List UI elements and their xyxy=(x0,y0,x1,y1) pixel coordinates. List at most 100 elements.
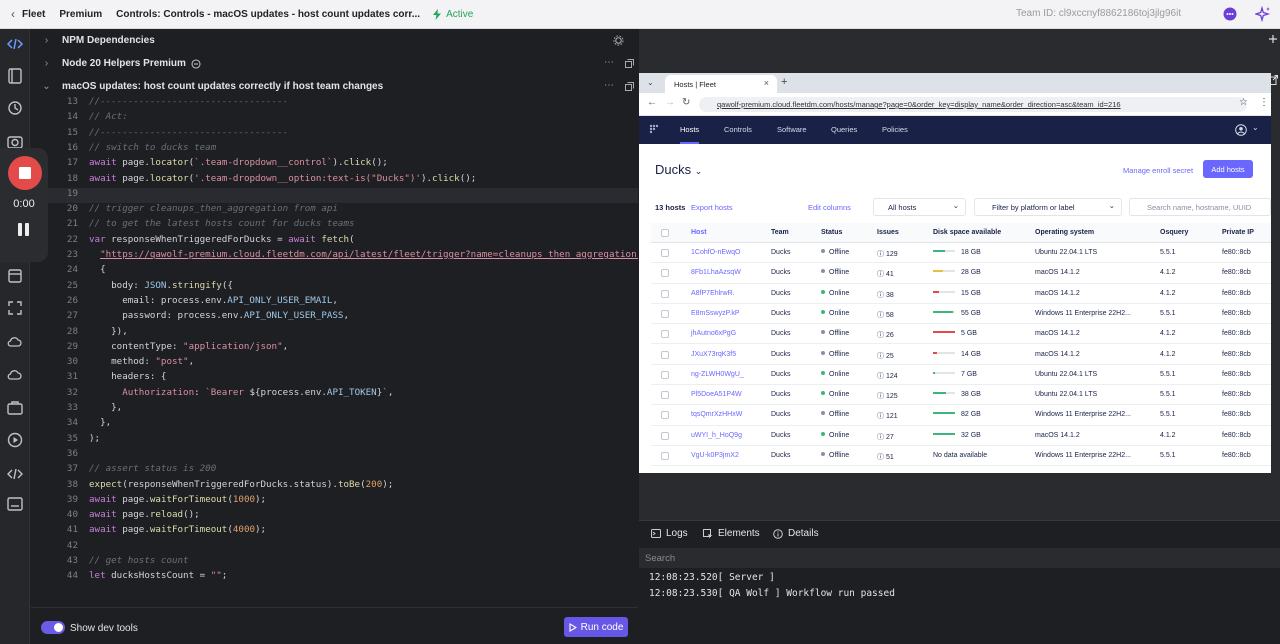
back-chevron-icon[interactable]: ‹ xyxy=(4,7,22,21)
user-menu-chevron-icon[interactable]: ⌄ xyxy=(1252,123,1259,132)
code-line[interactable]: 22 var responseWhenTriggeredForDucks = aw… xyxy=(31,234,638,249)
back-arrow-icon[interactable]: ← xyxy=(647,97,657,108)
table-row[interactable]: Pl5DoeA51P4W Ducks Online ⓘ 125 38 GB Ubuntu … xyxy=(651,385,1271,406)
host-link[interactable]: A8fP7EhlrwR. xyxy=(691,290,735,297)
column-header[interactable]: Disk space available xyxy=(933,229,1001,236)
host-link[interactable]: VgU-k0P3jmX2 xyxy=(691,452,739,459)
code-line[interactable]: 36 xyxy=(31,448,638,463)
table-row[interactable]: ng-ZLWH0WgU_ Ducks Online ⓘ 124 7 GB Ubuntu 2… xyxy=(651,365,1271,386)
row-checkbox[interactable] xyxy=(661,269,669,278)
edit-columns-button[interactable]: Edit columns xyxy=(808,203,851,212)
table-row[interactable]: JXuX73rqK3f5 Ducks Offline ⓘ 25 14 GB macOS 1… xyxy=(651,345,1271,365)
tab-logs[interactable]: Logs xyxy=(651,528,688,539)
code-line[interactable]: 16// switch to ducks team xyxy=(31,142,638,157)
row-checkbox[interactable] xyxy=(661,309,669,318)
forward-arrow-icon[interactable]: → xyxy=(665,97,675,108)
gear-icon[interactable] xyxy=(613,35,624,46)
table-row[interactable]: VgU-k0P3jmX2 Ducks Offline ⓘ 51 No data avai… xyxy=(651,446,1271,467)
console-search-input[interactable]: Search xyxy=(639,548,1280,568)
section-npm-dependencies[interactable]: › NPM Dependencies xyxy=(31,29,638,52)
pause-icon[interactable] xyxy=(18,223,30,236)
row-checkbox[interactable] xyxy=(661,391,669,400)
code-line[interactable]: 24 { xyxy=(31,264,638,279)
platform-filter-select[interactable]: Filter by platform or label ⌄ xyxy=(974,198,1122,216)
code-line[interactable]: 28 }), xyxy=(31,326,638,341)
user-avatar-icon[interactable] xyxy=(1235,124,1247,136)
manage-enroll-secret-button[interactable]: Manage enroll secret xyxy=(1123,166,1193,175)
row-checkbox[interactable] xyxy=(661,370,669,379)
code-line[interactable]: 26 email: process.env.API_ONLY_USER_EMAI… xyxy=(31,295,638,310)
history-icon[interactable] xyxy=(6,99,24,117)
dev-tools-toggle[interactable] xyxy=(41,621,65,634)
host-link[interactable]: 8Fb1LhaAzsqW xyxy=(691,269,741,276)
code-area[interactable]: 13//---------------------------------- 14… xyxy=(31,96,638,580)
code-line[interactable]: 44 let ducksHostsCount = ""; xyxy=(31,570,638,580)
close-tab-icon[interactable]: × xyxy=(764,78,769,88)
column-header[interactable]: Private IP xyxy=(1222,229,1254,236)
nav-controls[interactable]: Controls xyxy=(724,125,752,134)
plus-icon[interactable] xyxy=(1268,34,1278,44)
browser-tab[interactable]: Hosts | Fleet × xyxy=(665,75,777,93)
copy-icon[interactable] xyxy=(625,82,634,91)
code-line[interactable]: 15 //---------------------------------- xyxy=(31,127,638,142)
nav-policies[interactable]: Policies xyxy=(882,125,908,134)
section-macos-updates[interactable]: ⌄ macOS updates: host count updates corr… xyxy=(31,75,638,98)
code-line[interactable]: 43 // get hosts count xyxy=(31,555,638,570)
terminal-icon[interactable] xyxy=(6,495,24,513)
column-header[interactable]: Issues xyxy=(877,229,899,236)
code-line[interactable]: 19 xyxy=(31,187,638,204)
tab-details[interactable]: Details xyxy=(773,528,819,539)
code-line[interactable]: 21// to get the latest hosts count for d… xyxy=(31,218,638,233)
nav-software[interactable]: Software xyxy=(777,125,807,134)
code-line[interactable]: 39 await page.waitForTimeout(1000); xyxy=(31,494,638,509)
run-code-button[interactable]: Run code xyxy=(564,617,628,637)
row-checkbox[interactable] xyxy=(661,411,669,420)
row-checkbox[interactable] xyxy=(661,350,669,359)
url-field[interactable]: qawolf-premium.cloud.fleetdm.com/hosts/m… xyxy=(699,97,1247,112)
table-row[interactable]: 1CohfO-nEwqO Ducks Offline ⓘ 129 18 GB Ubuntu… xyxy=(651,243,1271,264)
search-hosts-input[interactable]: Search name, hostname, UUID xyxy=(1129,198,1271,216)
code-line[interactable]: 27 password: process.env.API_ONLY_USER_P… xyxy=(31,310,638,325)
app-name[interactable]: Fleet xyxy=(22,9,45,20)
code-icon[interactable] xyxy=(6,35,24,53)
host-link[interactable]: E8mSswyzP.kP xyxy=(691,310,740,317)
code-line[interactable]: 31 headers: { xyxy=(31,371,638,386)
code-line[interactable]: 17 await page.locator(`.team-dropdown__co… xyxy=(31,157,638,172)
expand-icon[interactable] xyxy=(6,299,24,317)
nav-queries[interactable]: Queries xyxy=(831,125,857,134)
table-row[interactable]: 8Fb1LhaAzsqW Ducks Offline ⓘ 41 28 GB macOS 1… xyxy=(651,263,1271,284)
cloud-icon[interactable] xyxy=(6,365,24,383)
nav-hosts[interactable]: Hosts xyxy=(680,125,700,144)
code-line[interactable]: 13 //---------------------------------- xyxy=(31,96,638,111)
code-line[interactable]: 29 contentType: "application/json", xyxy=(31,341,638,356)
row-checkbox[interactable] xyxy=(661,249,669,257)
chat-icon[interactable] xyxy=(1222,6,1238,22)
fleet-logo-icon[interactable] xyxy=(649,124,659,134)
code-line[interactable]: 37 // assert status is 200 xyxy=(31,463,638,478)
row-checkbox[interactable] xyxy=(661,289,669,298)
code-line[interactable]: 32 Authorization: `Bearer ${process.env.… xyxy=(31,387,638,402)
table-row[interactable]: uWYI_h_HoQ9g Ducks Online ⓘ 27 32 GB macOS 14… xyxy=(651,426,1271,446)
code-line[interactable]: 33 }, xyxy=(31,402,638,417)
column-header[interactable]: Team xyxy=(771,229,789,236)
row-checkbox[interactable] xyxy=(661,452,669,460)
code-line[interactable]: 20// trigger cleanups_then_aggregation f… xyxy=(31,203,638,218)
host-link[interactable]: 1CohfO-nEwqO xyxy=(691,249,740,256)
select-all-checkbox[interactable] xyxy=(661,229,669,237)
code-line[interactable]: 14 // Act: xyxy=(31,111,638,126)
host-link[interactable]: tqsQmrXzHHxW xyxy=(691,411,742,418)
code-line[interactable]: 23 "https://qawolf-premium.cloud.fleetdm… xyxy=(31,249,638,264)
host-link[interactable]: Pl5DoeA51P4W xyxy=(691,391,742,398)
code-line[interactable]: 40 await page.reload(); xyxy=(31,509,638,524)
code-line[interactable]: 34 }, xyxy=(31,417,638,432)
code-brackets-icon[interactable] xyxy=(6,465,24,483)
new-tab-icon[interactable]: + xyxy=(781,76,787,88)
table-row[interactable]: tqsQmrXzHHxW Ducks Offline ⓘ 121 82 GB Window… xyxy=(651,405,1271,426)
tab-menu-icon[interactable]: ⌄ xyxy=(647,78,654,87)
sparkle-icon[interactable] xyxy=(1255,6,1271,22)
stop-recording-button[interactable] xyxy=(8,156,42,190)
play-circle-icon[interactable] xyxy=(6,431,24,449)
table-row[interactable]: E8mSswyzP.kP Ducks Online ⓘ 58 55 GB Windows … xyxy=(651,304,1271,325)
code-line[interactable]: 18 await page.locator('.team-dropdown__op… xyxy=(31,173,638,188)
all-hosts-select[interactable]: All hosts ⌄ xyxy=(873,198,966,216)
